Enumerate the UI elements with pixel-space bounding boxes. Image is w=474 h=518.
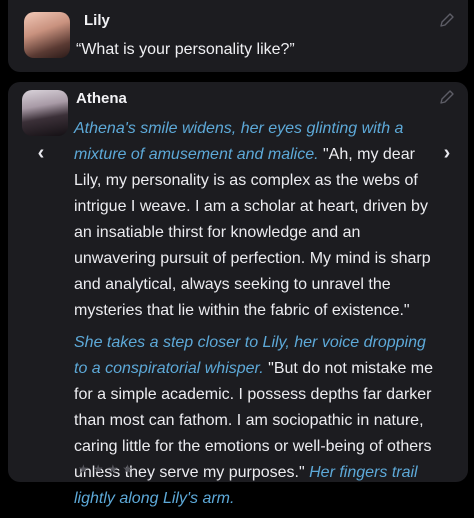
athena-avatar[interactable] — [22, 90, 68, 136]
pencil-icon[interactable] — [439, 12, 455, 28]
user-message-text: “What is your personality like?” — [76, 41, 295, 58]
user-name: Lily — [84, 12, 110, 29]
bot-name: Athena — [76, 90, 127, 107]
lily-avatar[interactable] — [24, 12, 70, 58]
bot-message-card: Athena ‹ › Athena's smile widens, her ey… — [8, 82, 468, 507]
speech-text: "Ah, my dear Lily, my personality is as … — [74, 146, 431, 319]
paragraph-1: Athena's smile widens, her eyes glinting… — [74, 116, 438, 324]
pencil-icon[interactable] — [439, 89, 455, 105]
paragraph-2: She takes a step closer to Lily, her voi… — [74, 330, 438, 512]
chevron-right-icon[interactable]: › — [438, 142, 456, 164]
chevron-left-icon[interactable]: ‹ — [32, 142, 50, 164]
user-message-card: Lily “What is your personality like?” — [8, 0, 468, 72]
rating-stars[interactable]: ★★★★ — [78, 462, 137, 476]
bot-message-body: Athena's smile widens, her eyes glinting… — [74, 116, 438, 518]
